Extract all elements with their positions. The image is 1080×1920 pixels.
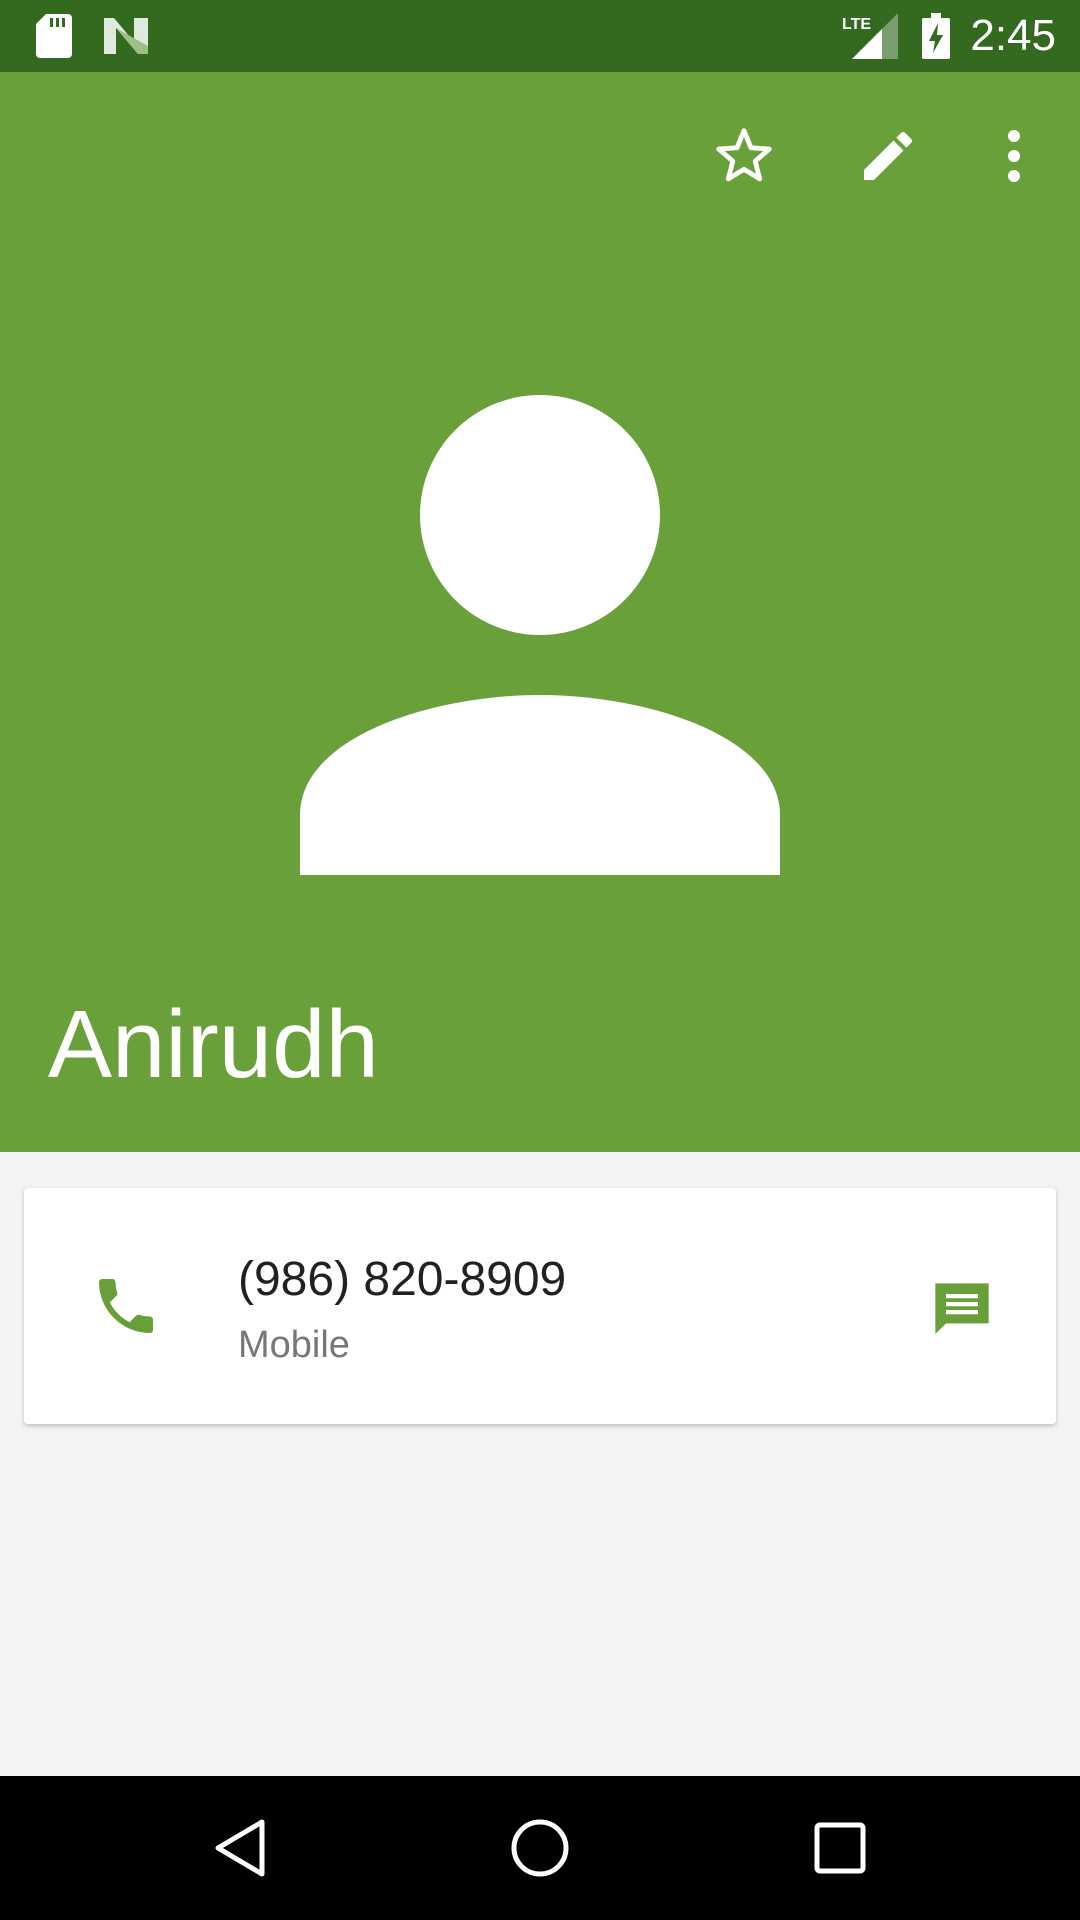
send-message-button[interactable] xyxy=(920,1268,1004,1352)
navigation-bar xyxy=(0,1776,1080,1920)
default-person-avatar-icon xyxy=(300,395,780,875)
sd-card-icon xyxy=(36,0,72,72)
phone-icon[interactable] xyxy=(90,1270,162,1347)
battery-charging-icon xyxy=(922,0,950,72)
home-button[interactable] xyxy=(450,1776,630,1920)
home-icon xyxy=(511,1819,569,1877)
more-options-button[interactable] xyxy=(954,72,1074,240)
clock-time: 2:45 xyxy=(970,11,1056,60)
message-icon xyxy=(935,1283,989,1334)
favorite-button[interactable] xyxy=(684,72,804,240)
contact-name: Anirudh xyxy=(48,991,379,1098)
edit-pencil-icon xyxy=(864,131,913,180)
contact-header: Anirudh xyxy=(0,72,1080,1152)
recents-icon xyxy=(814,1822,866,1874)
edit-contact-button[interactable] xyxy=(828,72,948,240)
status-bar: LTE 2:45 xyxy=(0,0,1080,72)
phone-type-label: Mobile xyxy=(238,1324,350,1366)
recents-button[interactable] xyxy=(750,1776,930,1920)
back-icon xyxy=(215,1819,265,1877)
back-button[interactable] xyxy=(150,1776,330,1920)
n-logo-icon xyxy=(104,0,148,72)
phone-number[interactable]: (986) 820-8909 xyxy=(238,1252,566,1307)
lte-signal-icon: LTE xyxy=(842,0,898,72)
lte-label: LTE xyxy=(842,16,871,33)
phone-entry-card[interactable]: (986) 820-8909 Mobile xyxy=(24,1188,1056,1424)
more-vert-icon xyxy=(1008,130,1020,182)
star-icon xyxy=(716,128,772,182)
